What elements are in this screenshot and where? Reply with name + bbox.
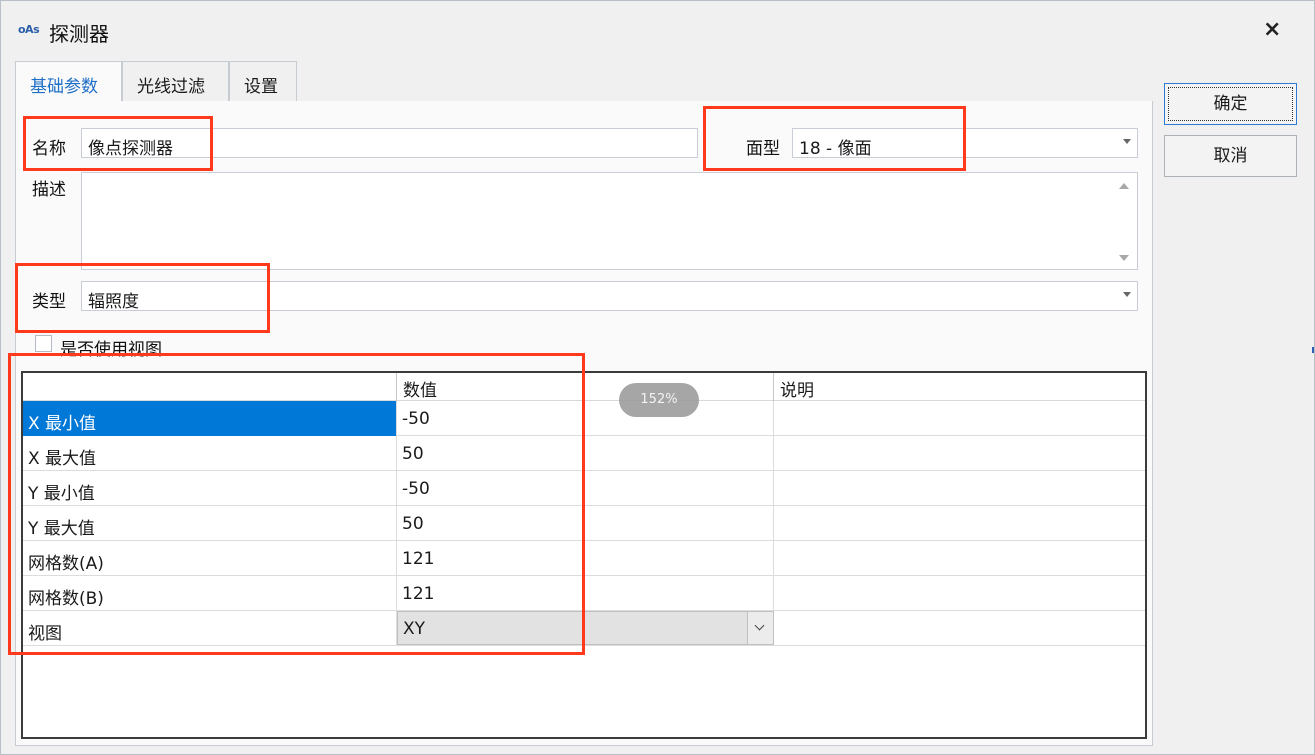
description-textarea[interactable] [81,172,1138,270]
ok-button[interactable]: 确定 [1164,83,1297,125]
type-label: 类型 [32,292,66,312]
type-select-value: 辐照度 [88,292,139,311]
note-cell[interactable] [774,436,1145,471]
value-cell[interactable]: 50 [397,506,774,541]
value-cell[interactable]: 121 [397,576,774,611]
zoom-indicator: 152% [619,383,699,417]
detector-dialog: oAs 探测器 × 基础参数 光线过滤 设置 名称 像点探测器 面型 18 - … [0,0,1315,755]
note-cell[interactable] [774,611,1145,646]
value-cell[interactable]: -50 [397,471,774,506]
value-cell[interactable]: -50 [397,401,774,436]
surface-select-value: 18 - 像面 [799,139,872,158]
description-label: 描述 [32,180,66,200]
tab-ray-filter[interactable]: 光线过滤 [122,61,229,102]
app-logo-icon: oAs [18,23,40,36]
param-cell[interactable]: 网格数(A) [23,541,397,576]
value-cell[interactable]: 121 [397,541,774,576]
surface-label: 面型 [746,139,780,159]
use-view-checkbox[interactable] [35,335,52,352]
value-cell[interactable]: 50 [397,436,774,471]
edge-marker [1312,347,1314,353]
use-view-label: 是否使用视图 [60,340,162,360]
surface-select[interactable]: 18 - 像面 [792,128,1138,158]
note-cell[interactable] [774,541,1145,576]
param-cell[interactable]: X 最大值 [23,436,397,471]
note-cell[interactable] [774,401,1145,436]
name-label: 名称 [32,139,66,159]
chevron-down-icon [1123,139,1131,144]
scroll-up-icon[interactable] [1119,183,1129,189]
tab-strip: 基础参数 光线过滤 设置 [15,61,1153,103]
table-row[interactable]: 网格数(A) 121 [23,541,1145,576]
param-cell[interactable]: 视图 [23,611,397,646]
scroll-down-icon[interactable] [1119,255,1129,261]
type-select[interactable]: 辐照度 [81,281,1138,311]
param-cell[interactable]: X 最小值 [23,401,397,436]
column-header-note[interactable]: 说明 [774,373,1145,401]
param-cell[interactable]: Y 最大值 [23,506,397,541]
table-row[interactable]: Y 最大值 50 [23,506,1145,541]
grid-header: 数值 说明 [23,373,1145,401]
parameter-grid: 数值 说明 X 最小值 -50 X 最大值 50 Y 最小值 -50 Y 最大值… [21,371,1147,739]
cancel-button[interactable]: 取消 [1164,135,1297,177]
close-icon[interactable]: × [1263,17,1281,42]
view-dropdown-value: XY [403,619,426,639]
table-row[interactable]: X 最小值 -50 [23,401,1145,436]
column-header-value[interactable]: 数值 [397,373,774,401]
chevron-down-icon [1123,292,1131,297]
name-input[interactable]: 像点探测器 [81,128,698,158]
tab-settings[interactable]: 设置 [229,61,297,102]
table-row[interactable]: 视图 XY [23,611,1145,646]
note-cell[interactable] [774,576,1145,611]
param-cell[interactable]: 网格数(B) [23,576,397,611]
table-row[interactable]: Y 最小值 -50 [23,471,1145,506]
window-title: 探测器 [49,22,109,46]
title-bar: oAs 探测器 × [1,1,1314,59]
view-dropdown[interactable]: XY [397,611,774,645]
table-row[interactable]: 网格数(B) 121 [23,576,1145,611]
chevron-down-icon[interactable] [747,612,773,644]
column-header-param[interactable] [23,373,397,401]
note-cell[interactable] [774,506,1145,541]
table-row[interactable]: X 最大值 50 [23,436,1145,471]
name-input-value: 像点探测器 [88,139,173,158]
tab-basic-params[interactable]: 基础参数 [15,61,122,103]
note-cell[interactable] [774,471,1145,506]
param-cell[interactable]: Y 最小值 [23,471,397,506]
